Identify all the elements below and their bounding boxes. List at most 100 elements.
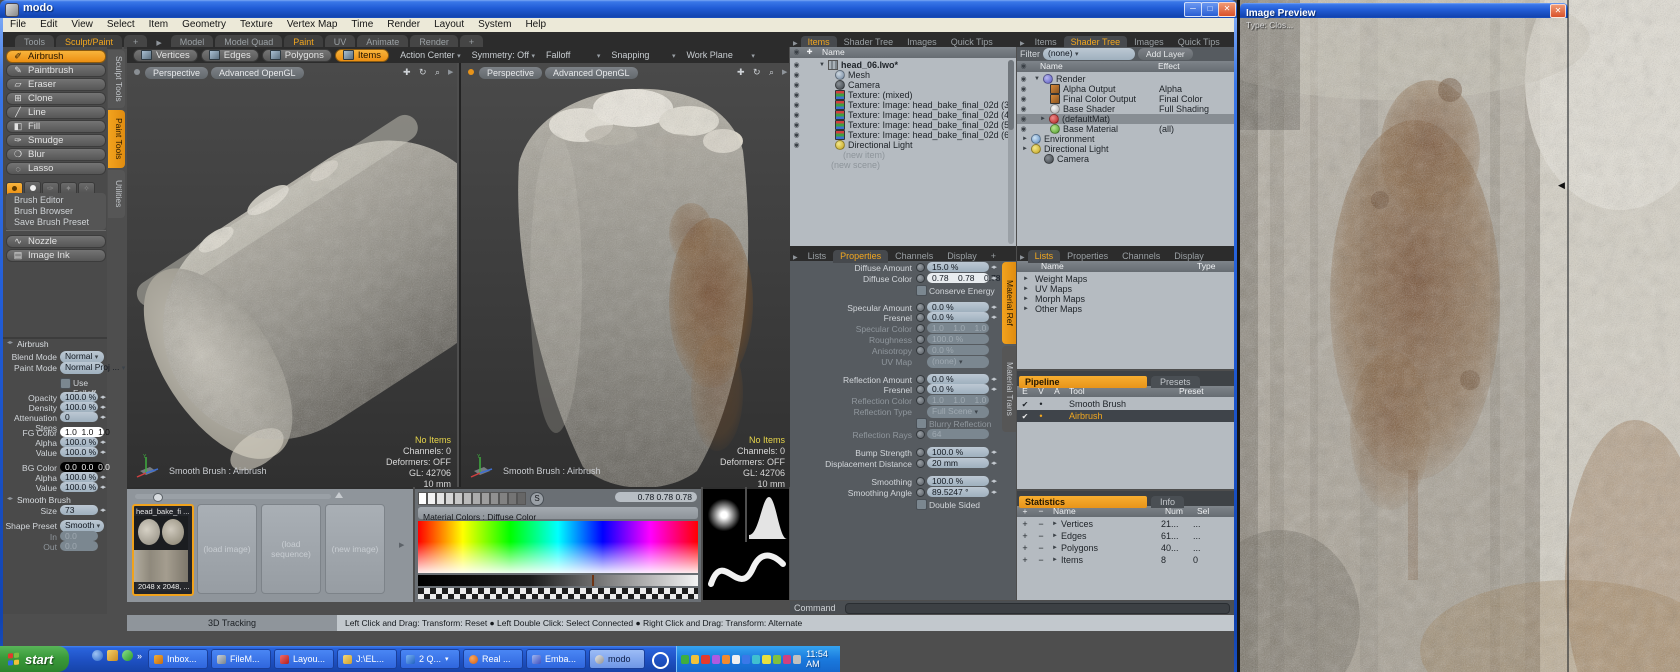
channel-dot[interactable] <box>916 477 925 486</box>
add-icon[interactable]: + <box>1017 555 1033 565</box>
eye-icon[interactable]: ◉ <box>790 111 803 119</box>
conserve-energy-checkbox[interactable] <box>916 285 927 296</box>
remove-icon[interactable]: − <box>1033 531 1049 541</box>
menu-vertexmap[interactable]: Vertex Map <box>280 18 345 32</box>
density-field[interactable]: 100.0 % <box>60 402 98 412</box>
new-item-row[interactable]: (new item) <box>790 150 1016 160</box>
taskbar-item-folder[interactable]: J:\EL... <box>337 649 397 669</box>
orbit-icon[interactable]: ↻ <box>753 67 761 78</box>
anisotropy-field[interactable]: 0.0 % <box>927 345 989 355</box>
edges-button[interactable]: Edges <box>201 49 259 62</box>
gray-swatch[interactable] <box>454 492 463 505</box>
expand-icon[interactable]: ► <box>1049 557 1061 563</box>
viewport-more-icon[interactable]: ▶ <box>782 68 787 76</box>
taskbar-item-filem[interactable]: FileM... <box>211 649 271 669</box>
zoom-icon[interactable]: ⌕ <box>769 67 774 78</box>
tool-paintbrush[interactable]: ✎Paintbrush <box>6 64 106 77</box>
eye-icon[interactable]: ◉ <box>1017 105 1030 113</box>
spinner[interactable]: ◂▸ <box>100 506 105 514</box>
list-row[interactable]: ►Morph Maps <box>1017 294 1234 304</box>
spinner[interactable]: ◂▸ <box>100 393 105 401</box>
viewport-right[interactable]: Perspective Advanced OpenGL ✚ ↻ ⌕ ▶ Y Sm… <box>459 63 791 487</box>
snapping-dropdown[interactable]: Snapping ▾ <box>611 50 675 60</box>
expand-icon[interactable]: ► <box>1022 146 1028 152</box>
spinner[interactable]: ◂▸ <box>100 448 105 456</box>
pan-icon[interactable]: ✚ <box>737 67 745 78</box>
eye-icon[interactable]: ◉ <box>790 101 803 109</box>
visible-dot-icon[interactable]: • <box>1033 411 1049 421</box>
brush-size-field[interactable]: 73 <box>60 505 98 515</box>
orbit-icon[interactable]: ↻ <box>419 67 427 78</box>
tray-icon[interactable] <box>681 655 689 664</box>
menu-view[interactable]: View <box>64 18 100 32</box>
vtab-paint-tools[interactable]: Paint Tools <box>108 110 125 168</box>
item-row[interactable]: ◉Texture: (mixed) <box>790 90 1016 100</box>
channel-dot[interactable] <box>916 263 925 272</box>
taskbar-item-real[interactable]: Real ... <box>463 649 523 669</box>
preset-scrollbar[interactable] <box>135 494 331 499</box>
quick-launch-icon-1[interactable] <box>92 650 103 661</box>
specular-fresnel-field[interactable]: 0.0 % <box>927 312 989 322</box>
expand-icon[interactable]: ► <box>1049 545 1061 551</box>
clock[interactable]: 11:54 AM <box>806 649 840 669</box>
channel-dot[interactable] <box>916 313 925 322</box>
gray-swatch[interactable] <box>508 492 517 505</box>
eye-icon[interactable]: ◉ <box>1017 85 1030 93</box>
diffuse-color-field[interactable]: 0.78 0.78 0.78 <box>927 273 989 283</box>
viewport-mode-dot[interactable] <box>134 69 140 75</box>
double-sided-checkbox[interactable] <box>916 499 927 510</box>
tray-icon[interactable] <box>722 655 730 664</box>
spinner[interactable]: ◂▸ <box>991 385 996 393</box>
tool-smudge[interactable]: ✑Smudge <box>6 134 106 147</box>
falloff-dropdown[interactable]: Falloff ▾ <box>546 50 600 60</box>
channel-dot[interactable] <box>916 430 925 439</box>
reflection-color-field[interactable]: 1.0 1.0 1.0 <box>927 395 989 405</box>
eye-icon[interactable]: ◉ <box>1017 95 1030 103</box>
item-row[interactable]: ◉Texture: Image: head_bake_final_02d (5) <box>790 120 1016 130</box>
menu-item[interactable]: Item <box>142 18 175 32</box>
tab-add-panel[interactable]: + <box>984 250 1003 263</box>
expand-icon[interactable]: ► <box>1023 286 1029 292</box>
item-row[interactable]: ◉Camera <box>790 80 1016 90</box>
shader-row[interactable]: ►Environment <box>1017 134 1234 144</box>
item-row[interactable]: ◉Texture: Image: head_bake_final_02d (3) <box>790 100 1016 110</box>
expand-icon[interactable]: ► <box>1023 276 1029 282</box>
eye-icon[interactable]: ◉ <box>1017 125 1030 133</box>
channel-dot[interactable] <box>916 274 925 283</box>
vtab-material-trans[interactable]: Material Trans <box>1002 346 1016 432</box>
command-input[interactable] <box>845 603 1230 614</box>
saturation-button[interactable]: S <box>530 492 544 506</box>
channel-dot[interactable] <box>916 385 925 394</box>
enabled-check-icon[interactable]: ✔ <box>1017 412 1033 421</box>
item-row[interactable]: ◉Texture: Image: head_bake_final_02d (4) <box>790 110 1016 120</box>
reflection-amount-field[interactable]: 0.0 % <box>927 374 989 384</box>
channel-dot[interactable] <box>916 488 925 497</box>
gray-swatch[interactable] <box>436 492 445 505</box>
bg-value-field[interactable]: 100.0 % <box>60 482 98 492</box>
bump-strength-field[interactable]: 100.0 % <box>927 447 989 457</box>
eye-icon[interactable]: ◉ <box>790 81 803 89</box>
gray-swatch[interactable] <box>463 492 472 505</box>
start-button[interactable]: start <box>0 646 69 672</box>
stat-row[interactable]: +−►Polygons40...... <box>1017 542 1234 554</box>
diffuse-amount-field[interactable]: 15.0 % <box>927 262 989 272</box>
stat-row[interactable]: +−►Vertices21...... <box>1017 518 1234 530</box>
item-row[interactable]: ◉Texture: Image: head_bake_final_02d (6) <box>790 130 1016 140</box>
spinner[interactable]: ◂▸ <box>991 263 996 271</box>
spinner[interactable]: ◂▸ <box>991 375 996 383</box>
spinner[interactable]: ◂▸ <box>991 313 996 321</box>
reflection-type-select[interactable]: Full Scene ▾ <box>927 406 989 418</box>
taskbar-extra-icon[interactable] <box>652 652 669 669</box>
new-scene-row[interactable]: (new scene) <box>790 160 1016 170</box>
tool-clone[interactable]: ⊞Clone <box>6 92 106 105</box>
stat-row[interactable]: +−►Edges61...... <box>1017 530 1234 542</box>
tray-icon[interactable] <box>783 655 791 664</box>
channel-dot[interactable] <box>916 324 925 333</box>
bg-color-field[interactable]: 0.0 0.0 0.0 <box>60 462 104 472</box>
taskbar-item-group[interactable]: 2 Q...▾ <box>400 649 460 669</box>
quick-launch-more-icon[interactable]: » <box>137 651 142 661</box>
spinner[interactable]: ◂▸ <box>100 473 105 481</box>
add-icon[interactable]: + <box>1017 519 1033 529</box>
fg-alpha-field[interactable]: 100.0 % <box>60 437 98 447</box>
viewport-mode-dot[interactable] <box>468 69 474 75</box>
